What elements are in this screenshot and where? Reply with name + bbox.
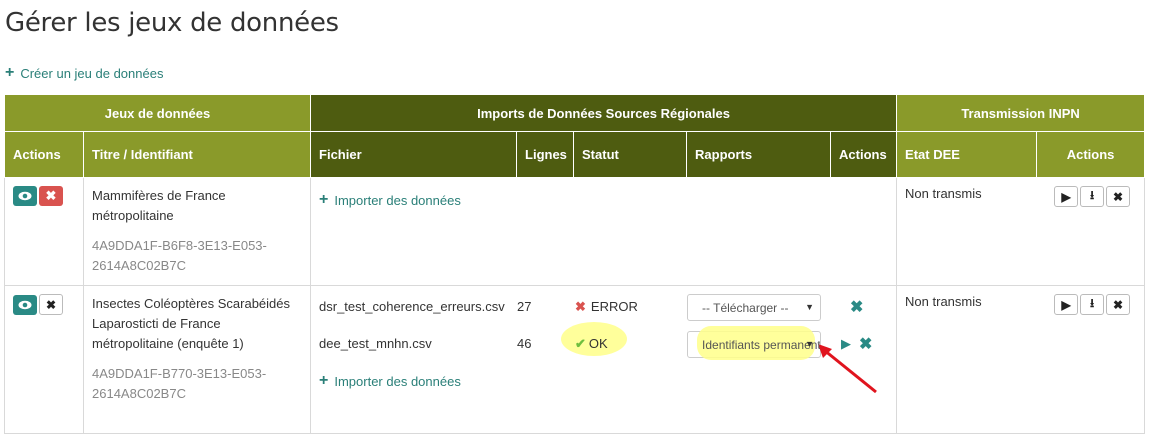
create-dataset-label: Créer un jeu de données: [20, 65, 164, 81]
etat-dee: Non transmis: [905, 186, 982, 201]
close-icon: ✖: [1113, 297, 1124, 312]
group-header-transmission: Transmission INPN: [896, 94, 1146, 132]
close-icon: ✖: [45, 297, 57, 312]
status-badge: ✔ OK: [575, 336, 608, 351]
import-data-label: Importer des données: [334, 373, 461, 389]
view-button[interactable]: [13, 186, 37, 206]
etat-dee: Non transmis: [905, 294, 982, 309]
file-name[interactable]: dee_test_mnhn.csv: [319, 336, 515, 351]
caret-down-icon: ▼: [805, 302, 815, 312]
dataset-title: Mammifères de France métropolitaine: [92, 188, 226, 223]
col-header-title: Titre / Identifiant: [82, 131, 312, 178]
check-icon: ✔: [575, 336, 586, 351]
table-row: ✖ Insectes Coléoptères Scarabéidés Lapar…: [4, 285, 1146, 434]
plus-icon: +: [319, 191, 329, 208]
report-select[interactable]: -- Télécharger -- ▼: [687, 294, 822, 321]
file-lines: 27: [517, 299, 532, 314]
cancel-transmission-button[interactable]: ✖: [1106, 294, 1131, 315]
annotation-arrow: [818, 344, 877, 394]
import-data-link[interactable]: + Importer des données: [319, 192, 888, 208]
col-header-status: Statut: [573, 131, 688, 178]
col-header-transm-actions: Actions: [1036, 131, 1146, 178]
error-icon: ✖: [575, 299, 586, 314]
file-name[interactable]: dsr_test_coherence_erreurs.csv: [319, 299, 515, 314]
col-header-lines: Lignes: [516, 131, 575, 178]
datasets-table: Jeux de données Imports de Données Sourc…: [3, 94, 1146, 434]
create-dataset-link[interactable]: + Créer un jeu de données: [5, 65, 163, 81]
group-header-imports: Imports de Données Sources Régionales: [310, 94, 898, 132]
transmit-button[interactable]: ▶: [1054, 186, 1079, 207]
play-icon: ▶: [1061, 297, 1071, 312]
delete-import-button[interactable]: ✖: [850, 297, 863, 317]
delete-button[interactable]: ✖: [39, 186, 63, 206]
eye-icon: [18, 191, 32, 201]
table-row: ✖ Mammifères de France métropolitaine 4A…: [4, 177, 1146, 286]
dataset-id: 4A9DDA1F-B770-3E13-E053-2614A8C02B7C: [92, 366, 267, 401]
download-button[interactable]: ⭳: [1080, 186, 1105, 207]
transmit-button[interactable]: ▶: [1054, 294, 1079, 315]
cancel-transmission-button[interactable]: ✖: [1106, 186, 1131, 207]
download-icon: ⭳: [1089, 296, 1095, 310]
status-badge: ✖ ERROR: [575, 299, 638, 314]
view-button[interactable]: [13, 294, 37, 315]
col-header-actions: Actions: [4, 131, 84, 178]
plus-icon: +: [5, 64, 15, 81]
play-icon: ▶: [1061, 189, 1071, 204]
group-header-datasets: Jeux de données: [3, 94, 312, 132]
col-header-etat: Etat DEE: [896, 131, 1038, 178]
dataset-title: Insectes Coléoptères Scarabéidés Laparos…: [92, 296, 291, 351]
close-icon: ✖: [45, 188, 57, 203]
delete-button[interactable]: ✖: [39, 294, 63, 315]
page-title: Gérer les jeux de données: [5, 8, 339, 38]
dataset-id: 4A9DDA1F-B6F8-3E13-E053-2614A8C02B7C: [92, 238, 267, 273]
col-header-import-actions: Actions: [830, 131, 898, 178]
file-lines: 46: [517, 336, 532, 351]
close-icon: ✖: [1113, 189, 1124, 204]
import-data-label: Importer des données: [334, 192, 461, 208]
col-header-file: Fichier: [310, 131, 518, 178]
caret-down-icon: ▼: [805, 339, 815, 349]
eye-icon: [18, 300, 32, 309]
download-button[interactable]: ⭳: [1080, 294, 1105, 315]
plus-icon: +: [319, 372, 329, 389]
download-icon: ⭳: [1089, 188, 1095, 202]
col-header-reports: Rapports: [686, 131, 832, 178]
import-file-row: dee_test_mnhn.csv 46 ✔ OK Identifiants pe…: [311, 322, 896, 373]
